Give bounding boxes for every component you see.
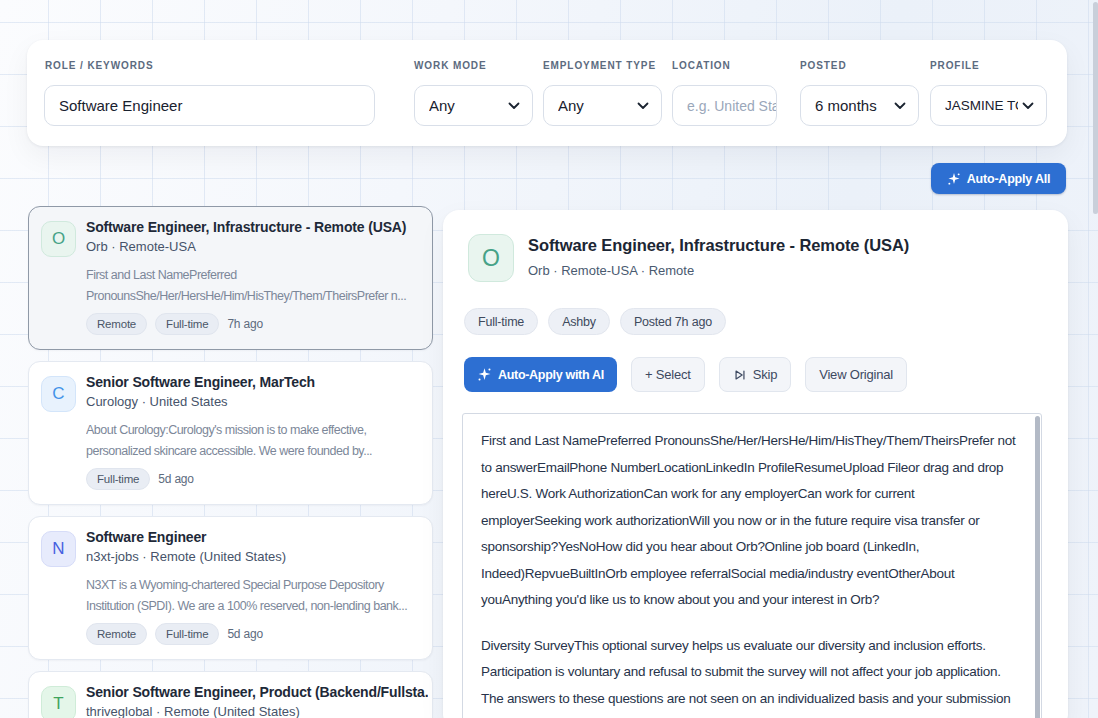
detail-badge: Ashby	[548, 308, 610, 335]
auto-apply-with-ai-button[interactable]: Auto-Apply with AI	[464, 357, 617, 392]
detail-job-title: Software Engineer, Infrastructure - Remo…	[528, 236, 1048, 255]
work-mode-label: WORK MODE	[414, 60, 487, 71]
job-title: Software Engineer, Infrastructure - Remo…	[86, 219, 428, 235]
job-list-item[interactable]: C Senior Software Engineer, MarTech Curo…	[28, 361, 433, 505]
company-avatar: C	[41, 376, 76, 412]
filter-bar: ROLE / KEYWORDS Software Engineer WORK M…	[27, 40, 1067, 146]
job-list-item[interactable]: T Senior Software Engineer, Product (Bac…	[28, 671, 433, 718]
job-list-item[interactable]: O Software Engineer, Infrastructure - Re…	[28, 206, 433, 350]
job-description-snippet: About Curology:Curology's mission is to …	[86, 420, 426, 462]
company-avatar: N	[41, 531, 76, 567]
tag-badge: Remote	[86, 623, 147, 645]
job-detail-panel: O Software Engineer, Infrastructure - Re…	[443, 210, 1068, 718]
role-keywords-input[interactable]: Software Engineer	[44, 85, 375, 126]
job-title: Software Engineer	[86, 529, 428, 545]
job-title: Senior Software Engineer, MarTech	[86, 374, 428, 390]
sparkle-icon	[947, 172, 961, 186]
tag-badge: Full-time	[86, 468, 150, 490]
job-company: Curology · United States	[86, 394, 422, 409]
detail-job-subtitle: Orb · Remote-USA · Remote	[528, 263, 694, 278]
company-avatar: T	[41, 686, 76, 718]
posted-time: 7h ago	[227, 317, 263, 331]
chevron-down-icon	[1022, 102, 1034, 110]
view-original-button[interactable]: View Original	[805, 357, 907, 392]
posted-label: POSTED	[800, 60, 847, 71]
tag-badge: Remote	[86, 313, 147, 335]
tag-badge: Full-time	[155, 623, 219, 645]
role-keywords-label: ROLE / KEYWORDS	[45, 60, 154, 71]
company-avatar: O	[41, 221, 76, 257]
chevron-down-icon	[508, 102, 520, 110]
auto-apply-all-button[interactable]: Auto-Apply All	[931, 163, 1066, 194]
job-company: n3xt-jobs · Remote (United States)	[86, 549, 422, 564]
posted-time: 5d ago	[227, 627, 263, 641]
select-button[interactable]: + Select	[631, 357, 705, 392]
posted-time: 5d ago	[158, 472, 194, 486]
tag-badge: Full-time	[155, 313, 219, 335]
profile-select[interactable]: JASMINE TO	[930, 85, 1047, 126]
description-scrollbar[interactable]	[1035, 416, 1040, 718]
employment-type-label: EMPLOYMENT TYPE	[543, 60, 656, 71]
detail-badge: Posted 7h ago	[620, 308, 726, 335]
posted-select[interactable]: 6 months	[800, 85, 919, 126]
job-company: Orb · Remote-USA	[86, 239, 422, 254]
location-input[interactable]: e.g. United Stat	[672, 85, 777, 126]
sparkle-icon	[477, 367, 492, 382]
work-mode-select[interactable]: Any	[414, 85, 533, 126]
job-description-snippet: First and Last NamePreferred PronounsShe…	[86, 265, 426, 307]
job-company: thriveglobal · Remote (United States)	[86, 704, 422, 718]
location-label: LOCATION	[672, 60, 731, 71]
detail-badge: Full-time	[464, 308, 538, 335]
chevron-down-icon	[637, 102, 649, 110]
chevron-down-icon	[894, 102, 906, 110]
job-description-snippet: N3XT is a Wyoming-chartered Special Purp…	[86, 575, 426, 617]
skip-icon	[733, 368, 747, 382]
page-scrollbar[interactable]	[1093, 2, 1098, 214]
job-title: Senior Software Engineer, Product (Backe…	[86, 684, 428, 700]
profile-label: PROFILE	[930, 60, 980, 71]
job-list-item[interactable]: N Software Engineer n3xt-jobs · Remote (…	[28, 516, 433, 660]
company-avatar: O	[468, 234, 514, 282]
skip-button[interactable]: Skip	[719, 357, 792, 392]
employment-type-select[interactable]: Any	[543, 85, 662, 126]
job-description-text[interactable]: First and Last NamePreferred PronounsShe…	[462, 413, 1042, 718]
